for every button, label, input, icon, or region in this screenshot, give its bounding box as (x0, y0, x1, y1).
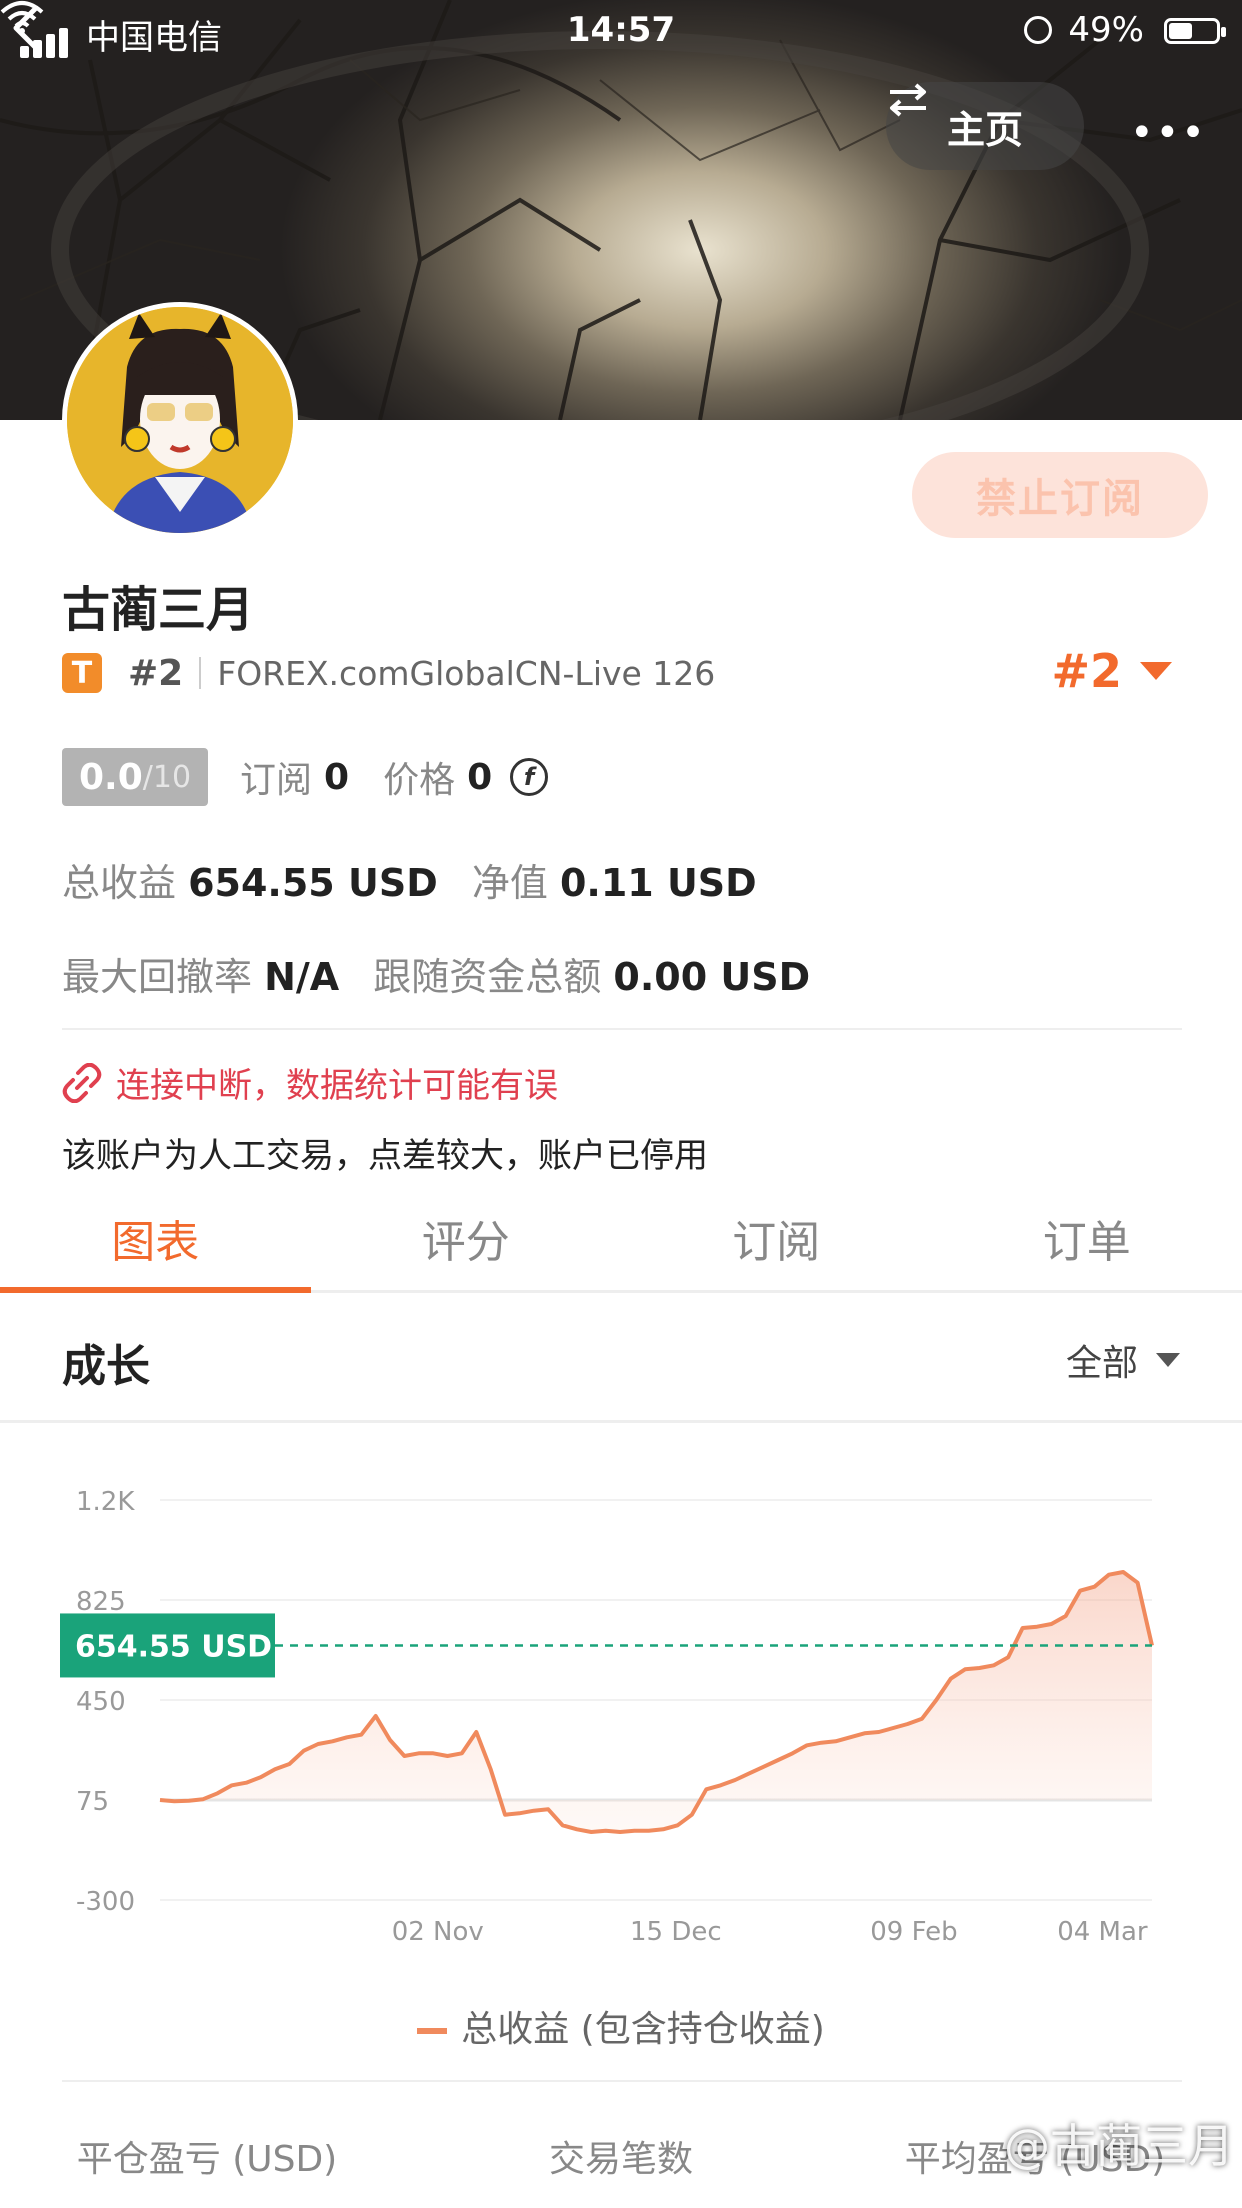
connection-warning: 连接中断，数据统计可能有误 (62, 1058, 558, 1107)
total-profit-label: 总收益 (62, 861, 177, 905)
home-button-label: 主页 (946, 107, 1023, 152)
divider (62, 2080, 1182, 2082)
price-value: 0 (467, 756, 493, 798)
x-tick-label: 15 Dec (630, 1917, 722, 1947)
period-filter-dropdown[interactable]: 全部 (1066, 1334, 1180, 1386)
back-arrow-icon[interactable] (0, 0, 56, 56)
period-filter-label: 全部 (1065, 1343, 1138, 1384)
user-name: 古蔺三月 (62, 582, 255, 638)
legend-swatch (417, 2028, 448, 2034)
max-drawdown-label: 最大回撤率 (62, 955, 253, 999)
follow-total-label: 跟随资金总额 (373, 955, 602, 999)
section-title: 成长 (62, 1341, 150, 1392)
score-max: /10 (142, 759, 192, 795)
legend-label: 总收益 (包含持仓收益) (461, 2009, 825, 2050)
subscribe-count-value: 0 (324, 756, 350, 798)
y-tick-label: 825 (76, 1587, 126, 1617)
warning-text: 连接中断，数据统计可能有误 (116, 1066, 558, 1106)
rank-dropdown[interactable]: #2 (1051, 644, 1172, 698)
battery-percent: 49% (1068, 10, 1144, 50)
equity-label: 净值 (471, 861, 548, 905)
separator (199, 657, 202, 689)
closed-pnl-label: 平仓盈亏 (USD) (76, 2139, 338, 2180)
divider (62, 1028, 1182, 1030)
account-type-badge: T (62, 653, 102, 693)
avatar[interactable] (62, 302, 298, 538)
current-value-label: 654.55 USD (75, 1629, 272, 1664)
growth-chart[interactable]: 1.2K 825 450 75 -300 02 Nov 15 Dec 09 Feb 04 Ma… (0, 1440, 1242, 2000)
status-bar: 中国电信 14:57 49% (0, 0, 1242, 62)
caret-down-icon (1156, 1353, 1180, 1367)
growth-area (160, 1572, 1152, 1832)
chart-legend[interactable]: 总收益 (包含持仓收益) (0, 2000, 1242, 2052)
drawdown-row: 最大回撤率 N/A 跟随资金总额 0.00 USD (62, 946, 810, 1001)
subscribe-disabled-button[interactable]: 禁止订阅 (912, 452, 1208, 538)
tab-subscribe[interactable]: 订阅 (621, 1186, 932, 1290)
x-tick-label: 04 Mar (1057, 1917, 1148, 1947)
subscribe-count-label: 订阅 (240, 760, 313, 801)
y-tick-label: 75 (76, 1787, 109, 1817)
swap-icon (890, 83, 926, 117)
tab-orders[interactable]: 订单 (932, 1186, 1242, 1290)
score-value: 0.0 (78, 756, 143, 798)
rank-big-label: #2 (1051, 644, 1122, 698)
account-info-row: T #2 FOREX.comGlobalCN-Live 126 (62, 650, 715, 696)
watermark: @古蔺三月 (1004, 2119, 1234, 2173)
tab-chart[interactable]: 图表 (0, 1186, 311, 1293)
home-button[interactable]: 主页 (886, 82, 1084, 170)
account-note: 该账户为人工交易，点差较大，账户已停用 (62, 1136, 708, 1176)
tab-rating[interactable]: 评分 (311, 1186, 622, 1290)
tab-bar: 图表 评分 订阅 订单 (0, 1186, 1242, 1293)
clock: 14:57 (566, 10, 676, 50)
score-badge: 0.0/10 (62, 748, 208, 806)
follow-total-value: 0.00 USD (613, 955, 811, 999)
more-menu-icon[interactable]: ••• (1130, 110, 1207, 156)
x-tick-label: 02 Nov (392, 1917, 484, 1947)
score-row: 0.0/10 订阅 0 价格 0 f (62, 748, 549, 806)
max-drawdown-value: N/A (264, 955, 340, 999)
orientation-lock-icon (1024, 16, 1052, 44)
caret-down-icon (1140, 662, 1172, 680)
equity-value: 0.11 USD (559, 861, 757, 905)
broken-link-icon (62, 1062, 102, 1103)
total-profit-value: 654.55 USD (188, 861, 438, 905)
y-tick-label: 1.2K (76, 1487, 135, 1517)
server-name: FOREX.comGlobalCN-Live 126 (217, 653, 716, 693)
rank-small: #2 (128, 652, 184, 694)
y-tick-label: 450 (76, 1687, 126, 1717)
profit-row: 总收益 654.55 USD 净值 0.11 USD (62, 852, 757, 907)
x-tick-label: 09 Feb (870, 1917, 957, 1947)
y-tick-label: -300 (76, 1887, 135, 1917)
coin-icon: f (510, 758, 549, 796)
price-label: 价格 (383, 760, 456, 801)
trade-count-label: 交易笔数 (548, 2139, 693, 2180)
avatar-illustration (67, 307, 293, 533)
battery-icon (1164, 18, 1226, 44)
growth-section-header: 成长 全部 (0, 1290, 1242, 1423)
